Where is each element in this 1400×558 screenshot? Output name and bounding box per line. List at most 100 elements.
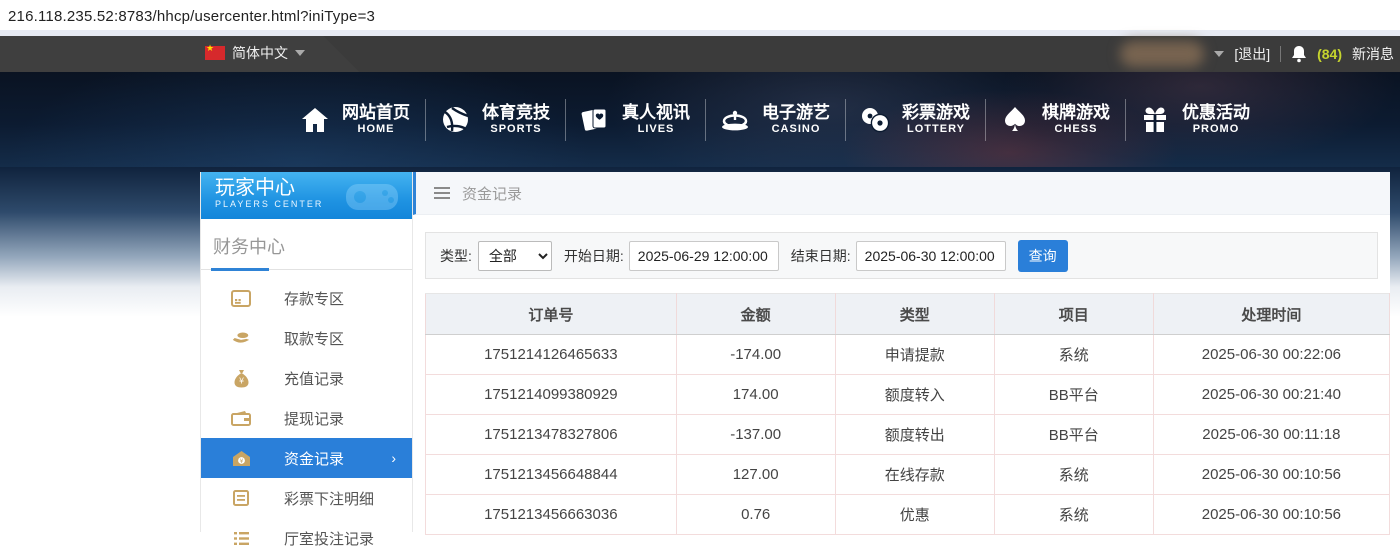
table-cell: 1751213478327806 [425, 414, 677, 455]
table-row: 1751213478327806 -137.00 额度转出 BB平台 2025-06-3… [425, 414, 1391, 455]
nav-item-home[interactable]: 网站首页 HOME [300, 102, 410, 137]
lottery-balls-icon [860, 105, 890, 135]
table-row: 1751214126465633 -174.00 申请提款 系统 2025-06-30 … [425, 334, 1391, 375]
column-header: 金额 [675, 293, 836, 335]
nav-item-lottery[interactable]: 彩票游戏 LOTTERY [860, 102, 970, 137]
search-button[interactable]: 查询 [1017, 239, 1068, 272]
nav-item-casino[interactable]: 电子游艺 CASINO [720, 102, 830, 137]
main-content: 资金记录 类型: 全部 开始日期: 结束日期: 查询 订单号金额类型项目处理时间… [413, 172, 1391, 535]
sidebar-item-label: 彩票下注明细 [284, 490, 375, 508]
nav-label-zh: 彩票游戏 [902, 103, 970, 122]
sidebar-header: 玩家中心 PLAYERS CENTER [201, 172, 412, 219]
top-bar: 简体中文 [退出] (84) 新消息 [0, 36, 1400, 72]
sidebar-item-label: 存款专区 [284, 290, 345, 308]
nav-divider [424, 98, 426, 141]
new-message-link[interactable]: 新消息 [1352, 44, 1394, 64]
username-redacted[interactable] [1120, 41, 1205, 67]
gamepad-icon [340, 176, 404, 219]
table-cell: BB平台 [993, 374, 1154, 415]
language-selector[interactable]: 简体中文 [205, 43, 305, 63]
nav-label-zh: 棋牌游戏 [1042, 103, 1110, 122]
column-header: 类型 [834, 293, 995, 335]
table-cell: 系统 [993, 334, 1154, 375]
table-cell: 2025-06-30 00:10:56 [1152, 494, 1391, 535]
cards-icon [580, 105, 610, 135]
roulette-icon [720, 105, 750, 135]
table-cell: 0.76 [675, 494, 836, 535]
nav-item-sports[interactable]: 体育竞技 SPORTS [440, 102, 550, 137]
nav-label-en: CASINO [771, 123, 821, 136]
nav-divider [984, 98, 986, 141]
bell-icon[interactable] [1291, 45, 1307, 63]
nav-divider [844, 98, 846, 141]
sidebar-item-资金记录[interactable]: ¥ 资金记录 › [201, 438, 412, 478]
sidebar-item-提现记录[interactable]: 提现记录 [201, 398, 412, 438]
menu-icon[interactable] [434, 187, 450, 199]
svg-text:¥: ¥ [238, 376, 243, 385]
table-cell: 2025-06-30 00:10:56 [1152, 454, 1391, 495]
nav-label-zh: 电子游艺 [762, 103, 830, 122]
chevron-right-icon: › [391, 450, 396, 466]
nav-divider [1124, 98, 1126, 141]
sidebar-item-label: 提现记录 [284, 410, 345, 428]
table-cell: 额度转入 [834, 374, 995, 415]
nav-label-en: PROMO [1192, 123, 1240, 136]
table-row: 1751213456663036 0.76 优惠 系统 2025-06-30 00:10… [425, 494, 1391, 535]
sidebar-item-label: 资金记录 [284, 450, 345, 468]
withdraw-hand-icon [231, 329, 251, 347]
coin-purse-icon: ¥ [231, 449, 251, 467]
money-bag-icon: ¥ [231, 369, 251, 387]
nav-item-lives[interactable]: 真人视讯 LIVES [580, 102, 690, 137]
table-header-row: 订单号 金额 类型 项目 处理时间 [425, 293, 1391, 335]
table-cell: 申请提款 [834, 334, 995, 375]
table-cell: 174.00 [675, 374, 836, 415]
table-cell: -137.00 [675, 414, 836, 455]
nav-label-zh: 优惠活动 [1182, 103, 1250, 122]
sidebar-item-label: 充值记录 [284, 370, 345, 388]
table-cell: 在线存款 [834, 454, 995, 495]
type-select[interactable]: 全部 [477, 240, 552, 271]
sidebar-item-存款专区[interactable]: 存款专区 [201, 278, 412, 318]
spade-icon [1000, 105, 1030, 135]
table-cell: BB平台 [993, 414, 1154, 455]
logout-button[interactable]: [退出] [1234, 44, 1270, 64]
sidebar-item-取款专区[interactable]: 取款专区 [201, 318, 412, 358]
main-navigation: 网站首页 HOME 体育竞技 SPORTS 真人视讯 LIVES 电子游艺 CASINO 彩票游… [0, 72, 1400, 167]
table-cell: 系统 [993, 494, 1154, 535]
nav-label-zh: 真人视讯 [622, 103, 690, 122]
table-cell: 1751213456648844 [425, 454, 677, 495]
nav-label-en: HOME [357, 123, 395, 136]
breadcrumb: 资金记录 [413, 172, 1390, 215]
sidebar-item-label: 厅室投注记录 [284, 530, 375, 548]
home-icon [300, 105, 330, 135]
nav-label-en: SPORTS [490, 123, 542, 136]
sidebar-item-厅室投注记录[interactable]: 厅室投注记录 [201, 518, 412, 558]
nav-item-chess[interactable]: 棋牌游戏 CHESS [1000, 102, 1110, 137]
table-cell: 127.00 [675, 454, 836, 495]
browser-url-bar: 216.118.235.52:8783/hhcp/usercenter.html… [0, 0, 1400, 36]
column-header: 处理时间 [1152, 293, 1391, 335]
divider [1280, 46, 1282, 62]
funds-table: 订单号 金额 类型 项目 处理时间 1751214126465633 -174.00 申请提… [425, 293, 1391, 535]
wallet-icon [231, 409, 251, 427]
start-date-input[interactable] [628, 240, 779, 271]
nav-label-zh: 网站首页 [342, 103, 410, 122]
china-flag-icon [205, 43, 225, 60]
sidebar: 玩家中心 PLAYERS CENTER 财务中心 存款专区取款专区 ¥ 充值记录提现… [200, 172, 413, 548]
sidebar-item-彩票下注明细[interactable]: 彩票下注明细 [201, 478, 412, 518]
nav-label-en: CHESS [1054, 123, 1098, 136]
deposit-card-icon [231, 289, 251, 307]
user-chevron-down-icon[interactable] [1214, 51, 1225, 57]
nav-label-en: LIVES [637, 123, 675, 136]
end-date-input[interactable] [855, 240, 1006, 271]
sidebar-item-充值记录[interactable]: ¥ 充值记录 [201, 358, 412, 398]
sidebar-section-finance: 财务中心 [201, 219, 412, 271]
language-label: 简体中文 [232, 45, 288, 61]
nav-divider [564, 98, 566, 141]
page-title: 资金记录 [462, 185, 523, 203]
document-icon [231, 489, 251, 507]
table-row: 1751214099380929 174.00 额度转入 BB平台 2025-06-30… [425, 374, 1391, 415]
nav-item-promo[interactable]: 优惠活动 PROMO [1140, 102, 1250, 137]
table-cell: 1751213456663036 [425, 494, 677, 535]
page-url[interactable]: 216.118.235.52:8783/hhcp/usercenter.html… [8, 8, 375, 25]
